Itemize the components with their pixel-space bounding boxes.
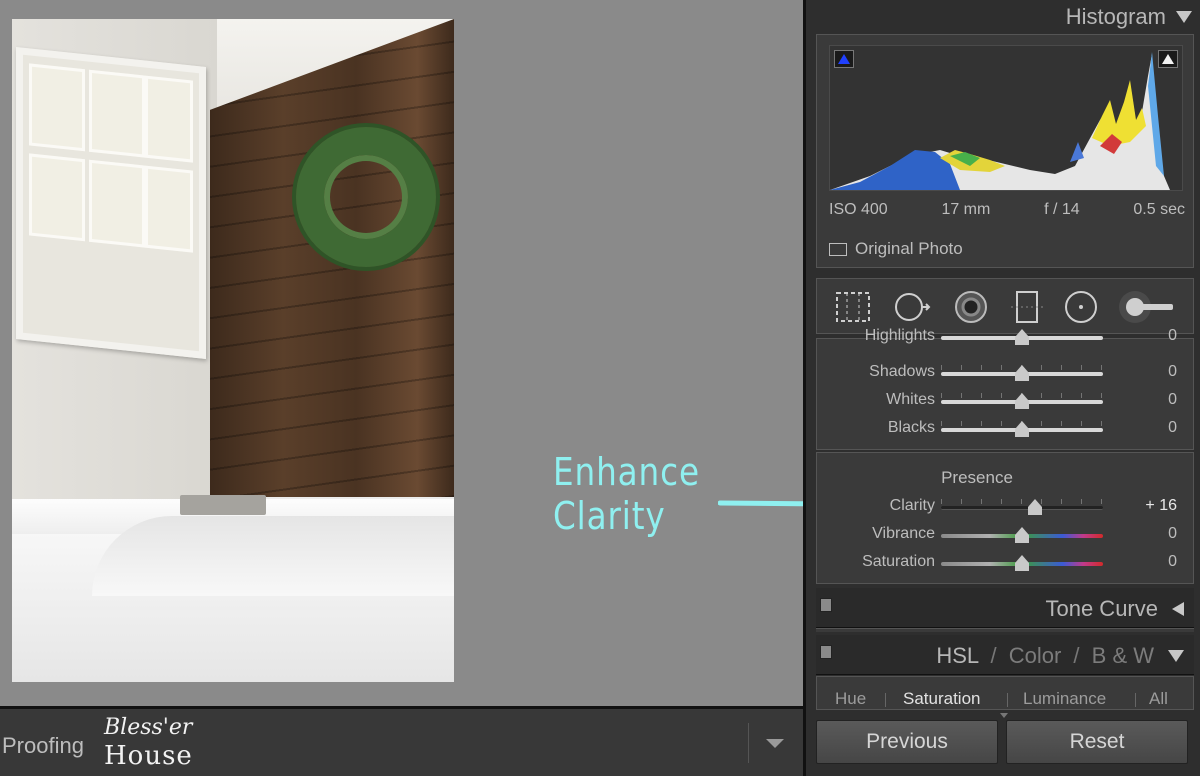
aperture-value: f / 14 [1044, 201, 1080, 218]
presence-title: Presence [941, 468, 1013, 487]
histogram-panel: ISO 400 17 mm f / 14 0.5 sec Original Ph… [816, 34, 1194, 268]
filmstrip-toolbar: Proofing Bless'er House [0, 706, 803, 776]
photo-tub-basin [92, 516, 454, 596]
radial-filter-icon[interactable] [1061, 289, 1101, 325]
collapse-triangle-icon[interactable] [1168, 650, 1184, 662]
color-tab-label[interactable]: Color [1009, 643, 1062, 668]
vibrance-slider-thumb[interactable] [1015, 527, 1029, 543]
blesser-house-logo: Bless'er House [104, 715, 193, 771]
crop-tool-icon[interactable] [833, 289, 873, 325]
bathroom-photo [12, 19, 454, 682]
histogram-header[interactable]: Histogram [1066, 4, 1192, 30]
original-photo-toggle[interactable]: Original Photo [829, 239, 963, 259]
spot-removal-icon[interactable] [893, 289, 933, 325]
clarity-slider-track[interactable] [941, 506, 1103, 510]
proofing-label: Proofing [2, 733, 84, 758]
toolbar-menu-chevron-icon[interactable] [766, 739, 784, 748]
develop-right-panel: Histogram ISO 400 17 mm f / 14 0.5 sec O… [803, 0, 1200, 776]
photo-wreath [296, 127, 436, 267]
hsl-tab-label[interactable]: HSL [936, 643, 978, 668]
original-photo-checkbox[interactable] [829, 242, 847, 256]
original-photo-label: Original Photo [855, 239, 963, 258]
histogram-curve [830, 52, 1170, 190]
histogram-title: Histogram [1065, 4, 1166, 29]
toolbar-divider [748, 723, 749, 763]
tab-all[interactable]: All [1149, 689, 1168, 709]
reset-button[interactable]: Reset [1006, 720, 1188, 764]
exif-info-row: ISO 400 17 mm f / 14 0.5 sec [829, 201, 1185, 219]
hsl-toggle-switch[interactable] [820, 645, 832, 659]
presence-section: Presence Clarity + 16 Vibrance 0 Saturat… [816, 452, 1194, 584]
photo-tray [180, 495, 266, 515]
tab-luminance[interactable]: Luminance [1023, 689, 1106, 709]
histogram-graph[interactable] [829, 45, 1183, 191]
photo-window-frame-prints [16, 47, 206, 359]
slider-row-clarity[interactable]: Clarity + 16 [817, 493, 1193, 521]
tone-curve-header[interactable]: Tone Curve [816, 588, 1194, 628]
adjustment-brush-icon[interactable] [1117, 289, 1177, 325]
highlights-slider-thumb[interactable] [1015, 329, 1029, 345]
saturation-slider-thumb[interactable] [1015, 555, 1029, 571]
focal-length-value: 17 mm [941, 201, 991, 218]
expand-triangle-icon[interactable] [1172, 602, 1184, 616]
panel-resize-grip-icon[interactable] [1000, 713, 1008, 718]
slider-row-blacks[interactable]: Blacks 0 [817, 415, 1193, 443]
graduated-filter-icon[interactable] [1007, 289, 1047, 325]
previous-button[interactable]: Previous [816, 720, 998, 764]
iso-value: ISO 400 [829, 201, 888, 218]
tab-hue[interactable]: Hue [835, 689, 866, 709]
slider-row-saturation[interactable]: Saturation 0 [817, 549, 1193, 577]
hsl-subtabs: Hue Saturation Luminance All [816, 676, 1194, 710]
tone-curve-toggle-switch[interactable] [820, 598, 832, 612]
shadow-clipping-button[interactable] [834, 50, 854, 68]
slider-row-shadows[interactable]: Shadows 0 [817, 359, 1193, 387]
basic-tone-section: Highlights 0 Shadows 0 Whites 0 Blacks 0 [816, 327, 1194, 450]
slider-row-vibrance[interactable]: Vibrance 0 [817, 521, 1193, 549]
photo-canvas[interactable]: Enhance Clarity [0, 0, 854, 706]
shutter-value: 0.5 sec [1133, 201, 1185, 218]
collapse-triangle-icon[interactable] [1176, 11, 1192, 23]
highlight-clipping-button[interactable] [1158, 50, 1178, 68]
hsl-header[interactable]: HSL / Color / B & W [816, 635, 1194, 675]
slider-row-highlights[interactable]: Highlights 0 [817, 323, 1193, 351]
bw-tab-label[interactable]: B & W [1092, 643, 1154, 668]
red-eye-icon[interactable] [951, 289, 991, 325]
tone-curve-title: Tone Curve [1045, 596, 1158, 621]
tab-saturation[interactable]: Saturation [903, 689, 981, 709]
slider-row-whites[interactable]: Whites 0 [817, 387, 1193, 415]
